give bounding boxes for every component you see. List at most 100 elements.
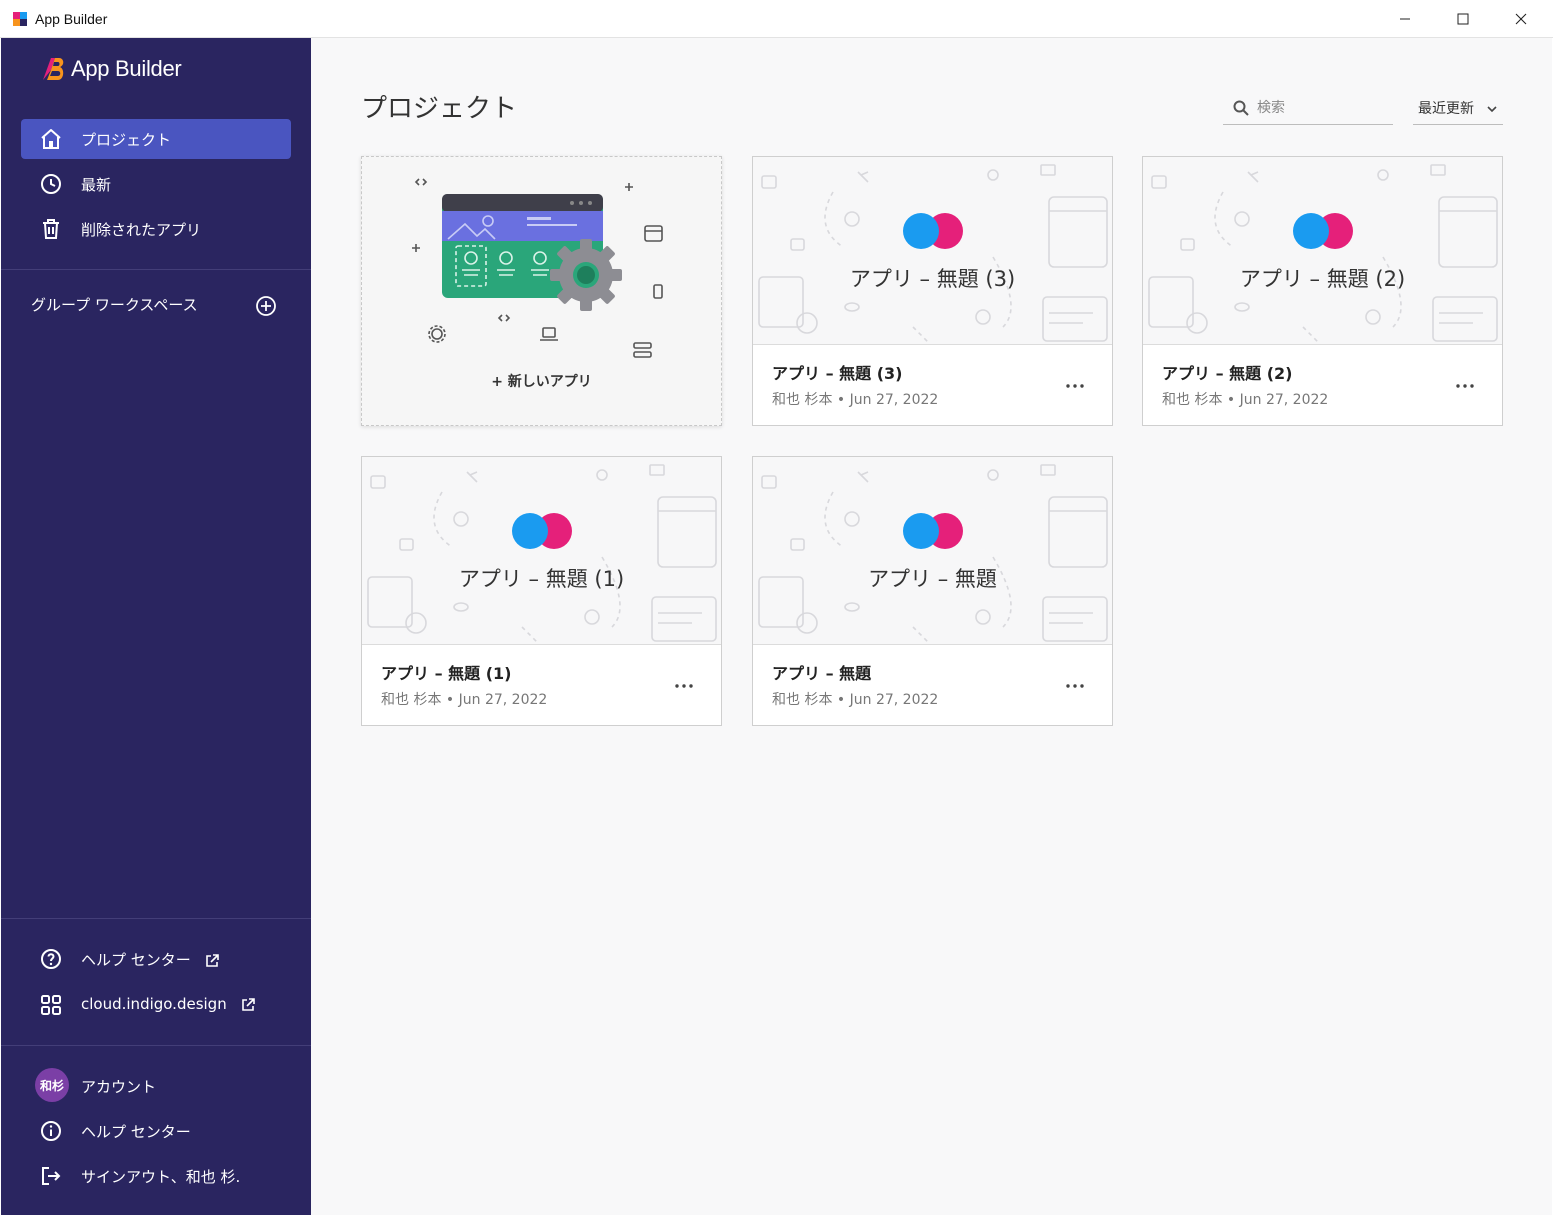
more-options-button[interactable] <box>1451 377 1479 395</box>
cloud-indigo-link[interactable]: cloud.indigo.design <box>21 985 291 1025</box>
help-center-info-link[interactable]: ヘルプ センター <box>21 1111 291 1151</box>
more-horizontal-icon <box>1456 384 1474 388</box>
new-app-label: + 新しいアプリ <box>491 374 592 390</box>
app-author: 和也 杉本 <box>381 692 442 708</box>
app-meta: 和也 杉本 • Jun 27, 2022 <box>1162 392 1329 408</box>
sign-out-label: サインアウト、和也 杉. <box>81 1168 241 1186</box>
sidebar-item-label: 削除されたアプリ <box>81 221 202 239</box>
thumbnail-title: アプリ – 無題 (1) <box>458 567 625 591</box>
app-meta: 和也 杉本 • Jun 27, 2022 <box>772 692 939 708</box>
sidebar-logo[interactable]: App Builder <box>39 56 182 82</box>
sidebar-divider <box>1 1045 311 1046</box>
minimize-button[interactable] <box>1376 0 1434 38</box>
app-card[interactable]: アプリ – 無題 アプリ – 無題 和也 杉本 • Jun 27, 2022 <box>752 456 1113 726</box>
app-thumbnail: アプリ – 無題 (3) <box>753 157 1112 345</box>
app-card[interactable]: アプリ – 無題 (2) アプリ – 無題 (2) 和也 杉本 • Jun 27… <box>1142 156 1503 426</box>
maximize-button[interactable] <box>1434 0 1492 38</box>
external-link-icon <box>205 953 219 967</box>
info-icon <box>41 1121 61 1141</box>
thumbnail-title: アプリ – 無題 (2) <box>1239 267 1406 291</box>
app-logo-circles-icon <box>1293 213 1353 249</box>
sidebar-item-label: 最新 <box>81 176 112 194</box>
account-link[interactable]: 和杉 アカウント <box>21 1066 291 1106</box>
search-box[interactable] <box>1223 92 1393 125</box>
cloud-indigo-label: cloud.indigo.design <box>81 995 227 1013</box>
app-name: アプリ – 無題 <box>772 664 872 683</box>
sidebar-item-label: プロジェクト <box>81 131 172 149</box>
home-icon <box>41 129 61 149</box>
more-options-button[interactable] <box>1061 377 1089 395</box>
window-title: App Builder <box>35 11 108 27</box>
sidebar-divider <box>1 269 311 270</box>
help-center-label: ヘルプ センター <box>81 951 191 969</box>
logo-text: App Builder <box>71 56 182 81</box>
new-app-card[interactable]: + 新しいアプリ <box>361 156 722 426</box>
app-thumbnail: アプリ – 無題 <box>753 457 1112 645</box>
app-name: アプリ – 無題 (2) <box>1162 364 1293 383</box>
app-author: 和也 杉本 <box>772 692 833 708</box>
account-label: アカウント <box>81 1078 157 1096</box>
close-icon <box>1515 13 1527 25</box>
app-date: Jun 27, 2022 <box>849 392 939 408</box>
minimize-icon <box>1400 18 1410 20</box>
app-name: アプリ – 無題 (1) <box>381 664 512 683</box>
app-meta: 和也 杉本 • Jun 27, 2022 <box>772 392 939 408</box>
search-input[interactable] <box>1257 96 1387 120</box>
thumbnail-background-pattern <box>1148 164 1498 343</box>
app-date: Jun 27, 2022 <box>1239 392 1329 408</box>
avatar: 和杉 <box>35 1068 69 1102</box>
thumbnail-background-pattern <box>758 464 1108 643</box>
more-horizontal-icon <box>675 684 693 688</box>
thumbnail-title: アプリ – 無題 <box>868 567 997 591</box>
add-workspace-icon[interactable] <box>255 295 277 317</box>
app-builder-logo-icon <box>43 58 64 80</box>
close-button[interactable] <box>1492 0 1550 38</box>
app-meta: 和也 杉本 • Jun 27, 2022 <box>381 692 548 708</box>
new-app-illustration <box>412 178 663 358</box>
sidebar-divider <box>1 918 311 919</box>
app-date: Jun 27, 2022 <box>849 692 939 708</box>
help-center-label: ヘルプ センター <box>81 1123 191 1141</box>
main-content: プロジェクト 最近更新 <box>311 38 1552 1215</box>
app-author: 和也 杉本 <box>772 392 833 408</box>
help-circle-icon <box>41 949 61 969</box>
app-name: アプリ – 無題 (3) <box>772 364 903 383</box>
help-center-link[interactable]: ヘルプ センター <box>21 939 291 979</box>
sidebar-item-deleted-apps[interactable]: 削除されたアプリ <box>21 209 291 249</box>
app-logo-circles-icon <box>512 513 572 549</box>
sidebar: App Builder プロジェクト 最新 削除されたアプリ グループ ワークス… <box>1 38 311 1215</box>
help-center-label-wrap: ヘルプ センター <box>81 949 220 970</box>
sort-label: 最近更新 <box>1418 101 1474 117</box>
clock-icon <box>41 174 61 194</box>
more-horizontal-icon <box>1066 384 1084 388</box>
group-workspace-label: グループ ワークスペース <box>31 296 198 314</box>
sidebar-item-projects[interactable]: プロジェクト <box>21 119 291 159</box>
app-author: 和也 杉本 <box>1162 392 1223 408</box>
app-thumbnail: アプリ – 無題 (1) <box>362 457 721 645</box>
thumbnail-background-pattern <box>367 464 717 643</box>
sort-dropdown[interactable]: 最近更新 <box>1413 92 1503 125</box>
sign-out-link[interactable]: サインアウト、和也 杉. <box>21 1156 291 1196</box>
more-options-button[interactable] <box>1061 677 1089 695</box>
page-title: プロジェクト <box>361 94 518 124</box>
thumbnail-title: アプリ – 無題 (3) <box>849 267 1016 291</box>
app-logo-circles-icon <box>903 513 963 549</box>
chevron-down-icon <box>1487 106 1497 113</box>
cloud-indigo-label-wrap: cloud.indigo.design <box>81 995 256 1013</box>
app-logo-circles-icon <box>903 213 963 249</box>
more-options-button[interactable] <box>670 677 698 695</box>
window-titlebar: App Builder <box>0 0 1553 38</box>
grid-icon <box>41 995 61 1015</box>
trash-icon <box>43 219 59 239</box>
app-date: Jun 27, 2022 <box>458 692 548 708</box>
app-card[interactable]: アプリ – 無題 (1) アプリ – 無題 (1) 和也 杉本 • Jun 27… <box>361 456 722 726</box>
external-link-icon <box>241 997 255 1011</box>
maximize-icon <box>1457 13 1469 25</box>
app-builder-logo-icon <box>13 12 27 26</box>
app-thumbnail: アプリ – 無題 (2) <box>1143 157 1502 345</box>
thumbnail-background-pattern <box>758 164 1108 343</box>
search-icon <box>1233 100 1249 116</box>
more-horizontal-icon <box>1066 684 1084 688</box>
app-card[interactable]: アプリ – 無題 (3) アプリ – 無題 (3) 和也 杉本 • Jun 27… <box>752 156 1113 426</box>
sidebar-item-recent[interactable]: 最新 <box>21 164 291 204</box>
